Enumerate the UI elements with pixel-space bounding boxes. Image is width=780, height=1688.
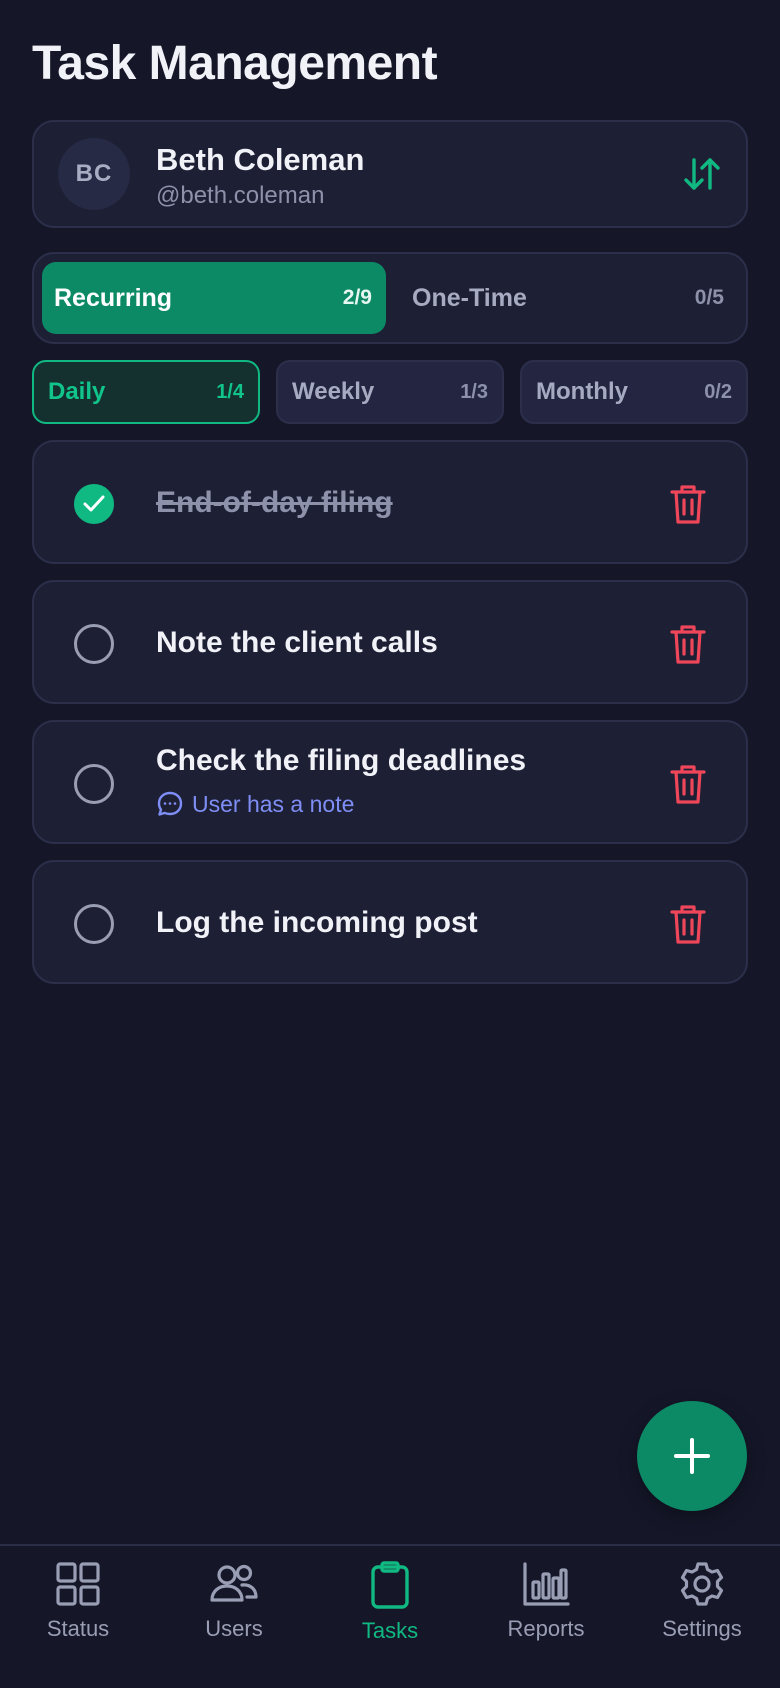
swap-vertical-icon[interactable] <box>680 152 724 196</box>
task-note[interactable]: User has a note <box>156 790 354 818</box>
nav-item-tasks[interactable]: Tasks <box>312 1560 468 1670</box>
tab-one-time[interactable]: One-Time 0/5 <box>386 262 738 334</box>
task-card[interactable]: End-of-day filing <box>32 440 748 564</box>
bar-chart-icon <box>523 1562 570 1606</box>
task-card[interactable]: Note the client calls <box>32 580 748 704</box>
plus-icon <box>674 1438 710 1474</box>
task-title: Check the filing deadlines <box>156 744 527 777</box>
users-icon <box>210 1564 258 1602</box>
tab-daily-count: 1/4 <box>216 380 244 403</box>
task-note-text: User has a note <box>192 790 355 817</box>
user-card[interactable]: BC Beth Coleman @beth.coleman <box>32 120 748 228</box>
tab-weekly-label: Weekly <box>292 378 375 405</box>
task-title: Note the client calls <box>156 626 438 659</box>
tab-monthly-count: 0/2 <box>704 380 732 403</box>
gear-icon <box>680 1562 724 1606</box>
clipboard-icon <box>371 1561 409 1609</box>
tab-one-time-label: One-Time <box>412 283 527 312</box>
trash-icon[interactable] <box>668 762 708 806</box>
add-task-button[interactable] <box>637 1401 747 1511</box>
tab-weekly-count: 1/3 <box>460 380 488 403</box>
user-name: Beth Coleman <box>156 142 365 177</box>
task-title: End-of-day filing <box>156 486 393 519</box>
trash-icon[interactable] <box>668 902 708 946</box>
nav-label: Settings <box>662 1616 742 1641</box>
tab-recurring[interactable]: Recurring 2/9 <box>42 262 386 334</box>
tab-monthly[interactable]: Monthly 0/2 <box>520 360 748 424</box>
task-checkbox[interactable] <box>74 624 114 664</box>
task-type-segmented-control: Recurring 2/9 One-Time 0/5 <box>32 252 748 344</box>
tab-daily[interactable]: Daily 1/4 <box>32 360 260 424</box>
task-checkbox[interactable] <box>74 904 114 944</box>
tab-recurring-count: 2/9 <box>342 286 372 309</box>
nav-item-users[interactable]: Users <box>156 1560 312 1670</box>
page-title: Task Management <box>32 37 438 90</box>
task-checkbox[interactable] <box>74 764 114 804</box>
user-handle: @beth.coleman <box>156 182 325 209</box>
task-checkbox-checked[interactable] <box>74 484 114 524</box>
task-management-screen: Task Management BC Beth Coleman @beth.co… <box>0 0 780 1688</box>
task-card[interactable]: Check the filing deadlines User has a no… <box>32 720 748 844</box>
nav-label: Users <box>205 1616 263 1641</box>
tab-one-time-count: 0/5 <box>694 286 724 309</box>
tab-monthly-label: Monthly <box>536 378 628 405</box>
tab-weekly[interactable]: Weekly 1/3 <box>276 360 504 424</box>
nav-item-settings[interactable]: Settings <box>624 1560 780 1670</box>
checkmark-icon <box>83 495 105 512</box>
task-title: Log the incoming post <box>156 906 478 939</box>
bottom-navigation: Status Users Tasks Reports Settings <box>0 1544 780 1688</box>
tab-daily-label: Daily <box>48 378 106 405</box>
chat-bubble-icon <box>157 791 183 816</box>
nav-item-reports[interactable]: Reports <box>468 1560 624 1670</box>
nav-item-status[interactable]: Status <box>0 1560 156 1670</box>
trash-icon[interactable] <box>668 622 708 666</box>
trash-icon[interactable] <box>668 482 708 526</box>
grid-icon <box>56 1562 100 1606</box>
nav-label: Status <box>46 1616 110 1641</box>
avatar: BC <box>58 138 130 210</box>
nav-label: Tasks <box>361 1618 419 1643</box>
nav-label: Reports <box>507 1616 585 1641</box>
task-card[interactable]: Log the incoming post <box>32 860 748 984</box>
tab-recurring-label: Recurring <box>54 283 173 312</box>
